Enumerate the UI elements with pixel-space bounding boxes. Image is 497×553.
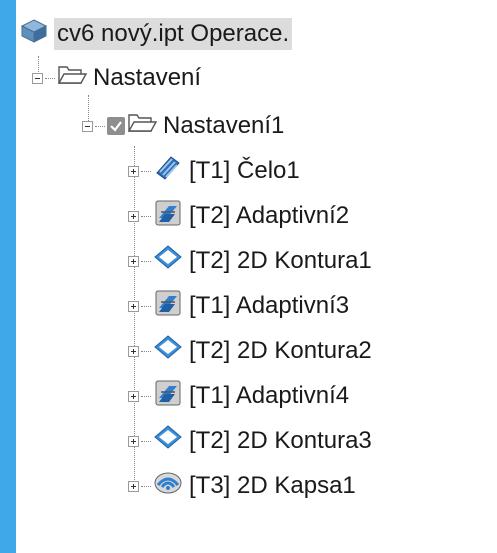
operation-label: [T3] 2D Kapsa1	[189, 472, 356, 499]
contour-2d-operation-icon	[153, 423, 183, 460]
tree-connector	[141, 395, 151, 397]
operation-label: [T2] 2D Kontura3	[189, 427, 372, 454]
tree-connector	[95, 125, 105, 127]
pocket-2d-operation-icon	[153, 468, 183, 505]
contour-2d-operation-icon	[153, 333, 183, 370]
expand-toggle[interactable]	[128, 390, 139, 402]
adaptive-operation-icon	[153, 288, 183, 325]
tree-connector	[141, 350, 151, 352]
expand-toggle[interactable]	[128, 300, 139, 312]
tree-connector	[141, 215, 151, 217]
tree-connector	[141, 260, 151, 262]
setup-label: Nastavení	[93, 64, 202, 91]
operations-browser-panel: cv6 nový.ipt Operace. Nastavení Nastaven…	[16, 0, 497, 553]
expand-toggle[interactable]	[128, 255, 139, 267]
expand-toggle[interactable]	[128, 435, 139, 447]
operation-label: [T1] Adaptivní3	[189, 292, 350, 319]
root-label: cv6 nový.ipt Operace.	[54, 18, 293, 50]
tree-connector	[141, 485, 151, 487]
setup-checkbox[interactable]	[107, 117, 125, 135]
adaptive-operation-icon	[153, 378, 183, 415]
collapse-toggle[interactable]	[32, 72, 43, 84]
tree-root[interactable]: cv6 nový.ipt Operace.	[20, 14, 293, 54]
operation-label: [T1] Čelo1	[189, 157, 300, 184]
operation-item[interactable]: [T2] Adaptivní2	[128, 196, 349, 236]
operation-item[interactable]: [T2] 2D Kontura3	[128, 421, 372, 461]
facing-operation-icon	[153, 153, 183, 190]
operation-label: [T2] 2D Kontura1	[189, 247, 372, 274]
tree-connector	[141, 305, 151, 307]
tree-connector	[141, 170, 151, 172]
collapse-toggle[interactable]	[82, 120, 93, 132]
operation-label: [T1] Adaptivní4	[189, 382, 350, 409]
tree-connector	[141, 440, 151, 442]
expand-toggle[interactable]	[128, 165, 139, 177]
operation-item[interactable]: [T3] 2D Kapsa1	[128, 466, 356, 506]
folder-open-icon	[127, 111, 158, 142]
adaptive-operation-icon	[153, 198, 183, 235]
tree-item-setup[interactable]: Nastavení	[32, 58, 201, 98]
expand-toggle[interactable]	[128, 480, 139, 492]
operation-label: [T2] 2D Kontura2	[189, 337, 372, 364]
tree-connector	[45, 77, 55, 79]
operation-label: [T2] Adaptivní2	[189, 202, 350, 229]
expand-toggle[interactable]	[128, 345, 139, 357]
operation-item[interactable]: [T2] 2D Kontura2	[128, 331, 372, 371]
expand-toggle[interactable]	[128, 210, 139, 222]
operation-item[interactable]: [T2] 2D Kontura1	[128, 241, 372, 281]
contour-2d-operation-icon	[153, 243, 183, 280]
part-document-icon	[20, 18, 48, 51]
tree-item-setup1[interactable]: Nastavení1	[82, 106, 284, 146]
operation-item[interactable]: [T1] Čelo1	[128, 151, 300, 191]
setup1-label: Nastavení1	[163, 112, 285, 139]
folder-open-icon	[57, 63, 88, 94]
operation-item[interactable]: [T1] Adaptivní3	[128, 286, 349, 326]
operation-item[interactable]: [T1] Adaptivní4	[128, 376, 349, 416]
